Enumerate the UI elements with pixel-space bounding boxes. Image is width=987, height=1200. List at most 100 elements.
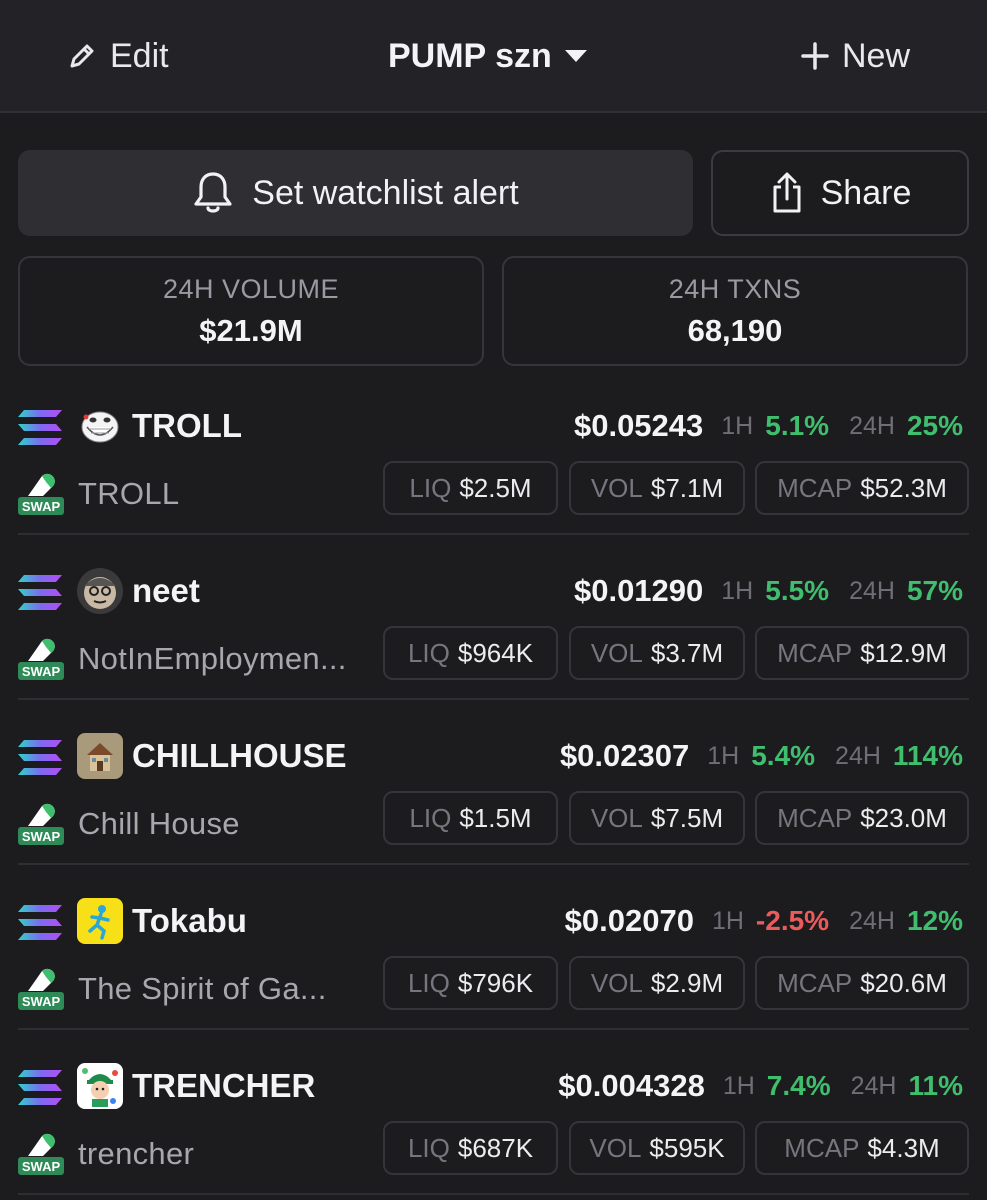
h1-change: 5.1% <box>765 410 830 441</box>
vol-value: $3.7M <box>650 637 724 668</box>
liq-pill: LIQ $964K <box>383 626 558 680</box>
volume-value: $21.9M <box>199 313 303 348</box>
vol-label: VOL <box>590 472 643 503</box>
edit-label: Edit <box>110 36 169 75</box>
token-name: Chill House <box>78 806 240 841</box>
vol-pill: VOL $7.1M <box>569 461 745 515</box>
token-row[interactable]: TRENCHER SWAP trencher $0.004328 1H 7.4%… <box>0 1030 987 1195</box>
h24-label: 24H <box>849 411 895 440</box>
vol-value: $595K <box>649 1132 725 1163</box>
mcap-label: MCAP <box>784 1132 860 1163</box>
h1-change: 5.4% <box>751 740 816 771</box>
svg-text:SWAP: SWAP <box>22 499 61 514</box>
token-row[interactable]: TROLL SWAP TROLL $0.05243 1H 5.1% 24H 25… <box>0 370 987 535</box>
liq-value: $964K <box>457 637 534 668</box>
vol-label: VOL <box>589 1132 642 1163</box>
share-button[interactable]: Share <box>711 150 969 236</box>
h1-label: 1H <box>721 411 754 440</box>
caret-down-icon <box>564 50 587 62</box>
swap-icon: SWAP <box>18 473 64 515</box>
swap-icon: SWAP <box>18 968 64 1010</box>
vol-value: $7.5M <box>650 802 724 833</box>
token-name: NotInEmploymen... <box>78 641 347 676</box>
watchlist-selector[interactable]: PUMP szn <box>388 32 588 80</box>
top-bar: Edit PUMP szn New <box>0 0 987 113</box>
liq-pill: LIQ $2.5M <box>383 461 558 515</box>
h24-label: 24H <box>849 576 895 605</box>
h24-change: 114% <box>892 740 963 771</box>
new-watchlist-button[interactable]: New <box>800 32 910 80</box>
h24-change: 25% <box>906 410 963 441</box>
h24-label: 24H <box>850 1071 897 1100</box>
share-icon <box>773 172 801 213</box>
mcap-pill: MCAP $12.9M <box>755 626 969 680</box>
solana-icon <box>18 575 62 610</box>
mcap-value: $4.3M <box>867 1132 940 1163</box>
h1-label: 1H <box>721 576 754 605</box>
mcap-pill: MCAP $4.3M <box>755 1121 969 1175</box>
h1-label: 1H <box>722 1071 755 1100</box>
h24-change: 12% <box>906 905 963 936</box>
token-symbol: CHILLHOUSE <box>132 737 347 774</box>
token-price: $0.01290 <box>573 573 704 608</box>
liq-value: $796K <box>457 967 534 998</box>
liq-value: $687K <box>457 1132 534 1163</box>
mcap-value: $23.0M <box>860 802 947 833</box>
neet-face-icon <box>77 568 123 614</box>
vol-value: $2.9M <box>650 967 724 998</box>
swap-icon: SWAP <box>18 803 64 845</box>
h1-change: -2.5% <box>755 905 830 936</box>
plus-icon <box>801 42 829 70</box>
swap-icon: SWAP <box>18 638 64 680</box>
edit-button[interactable]: Edit <box>66 32 169 80</box>
mcap-label: MCAP <box>777 637 853 668</box>
vol-value: $7.1M <box>650 472 724 503</box>
mcap-label: MCAP <box>777 802 853 833</box>
vol-pill: VOL $7.5M <box>569 791 745 845</box>
set-watchlist-alert-button[interactable]: Set watchlist alert <box>18 150 693 236</box>
h24-change: 57% <box>906 575 963 606</box>
h24-label: 24H <box>835 741 881 770</box>
liq-pill: LIQ $687K <box>383 1121 558 1175</box>
mcap-label: MCAP <box>777 472 853 503</box>
svg-text:SWAP: SWAP <box>22 1159 61 1174</box>
liq-value: $1.5M <box>459 802 532 833</box>
h1-change: 5.5% <box>765 575 830 606</box>
vol-pill: VOL $3.7M <box>569 626 745 680</box>
trencher-character-icon <box>77 1063 123 1109</box>
h1-change: 7.4% <box>766 1070 831 1101</box>
mcap-value: $52.3M <box>860 472 947 503</box>
txns-value: 68,190 <box>687 313 783 348</box>
token-price: $0.02070 <box>564 903 694 938</box>
token-name: TROLL <box>78 476 180 511</box>
share-label: Share <box>820 173 912 212</box>
h24-label: 24H <box>849 906 895 935</box>
token-name: The Spirit of Ga... <box>78 971 327 1006</box>
mcap-label: MCAP <box>777 967 853 998</box>
vol-pill: VOL $595K <box>569 1121 745 1175</box>
mcap-value: $20.6M <box>860 967 947 998</box>
liq-pill: LIQ $1.5M <box>383 791 558 845</box>
h1-label: 1H <box>711 906 744 935</box>
liq-pill: LIQ $796K <box>383 956 558 1010</box>
token-row[interactable]: CHILLHOUSE SWAP Chill House $0.02307 1H … <box>0 700 987 865</box>
new-label: New <box>842 36 911 75</box>
alert-label: Set watchlist alert <box>252 173 519 212</box>
swap-icon: SWAP <box>18 1133 64 1175</box>
house-icon <box>77 733 123 779</box>
svg-text:SWAP: SWAP <box>22 829 61 844</box>
svg-text:SWAP: SWAP <box>22 664 61 679</box>
solana-icon <box>18 1070 62 1105</box>
vol-label: VOL <box>590 802 643 833</box>
row-divider <box>18 1193 969 1195</box>
solana-icon <box>18 905 62 940</box>
solana-icon <box>18 410 62 445</box>
volume-stat-card: 24H VOLUME $21.9M <box>18 256 484 366</box>
token-symbol: TRENCHER <box>132 1067 316 1104</box>
token-row[interactable]: neet SWAP NotInEmploymen... $0.01290 1H … <box>0 535 987 700</box>
running-figure-icon <box>77 898 123 944</box>
token-row[interactable]: Tokabu SWAP The Spirit of Ga... $0.02070… <box>0 865 987 1030</box>
liq-value: $2.5M <box>459 472 532 503</box>
vol-pill: VOL $2.9M <box>569 956 745 1010</box>
liq-label: LIQ <box>407 637 450 668</box>
